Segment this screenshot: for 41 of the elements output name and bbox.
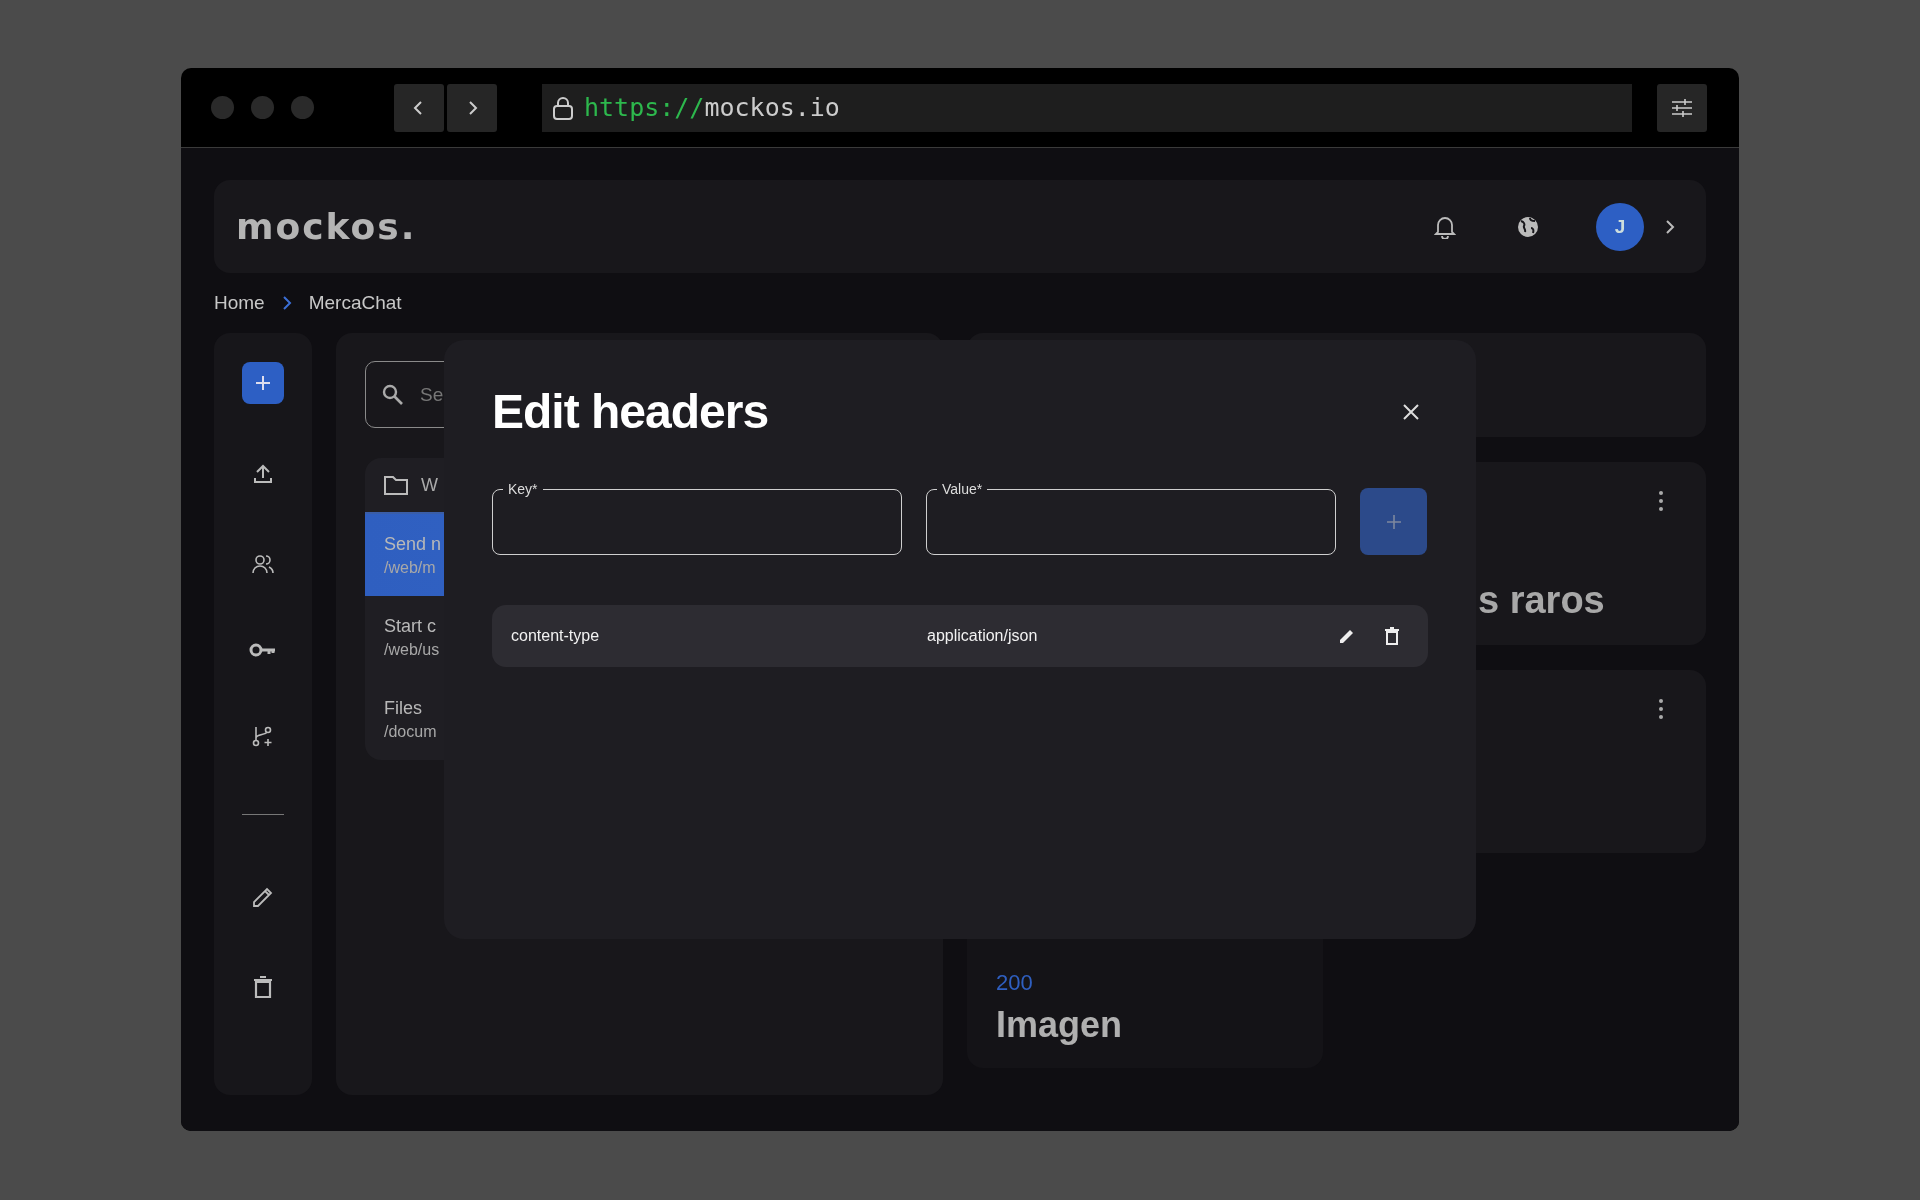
breadcrumb-link[interactable]: Home xyxy=(214,292,265,314)
header-key: content-type xyxy=(511,627,927,645)
logo[interactable]: mockos. xyxy=(236,206,417,247)
pencil-icon[interactable] xyxy=(251,885,275,909)
url-text: https://mockos.io xyxy=(584,93,840,122)
window-control-dot[interactable] xyxy=(251,96,274,119)
avatar[interactable]: J xyxy=(1596,202,1644,251)
folder-name[interactable]: W xyxy=(421,474,438,496)
plus-icon xyxy=(1384,512,1403,531)
chevron-icon[interactable] xyxy=(1664,218,1676,235)
window-control-dot[interactable] xyxy=(291,96,314,119)
sliders-icon xyxy=(1671,97,1693,118)
globe-icon[interactable] xyxy=(1516,214,1540,239)
plus-icon xyxy=(254,374,272,392)
search-icon xyxy=(382,383,404,406)
add-button[interactable] xyxy=(242,362,284,404)
settings-button[interactable] xyxy=(1657,83,1707,132)
window-control-dot[interactable] xyxy=(211,96,234,119)
pencil-icon[interactable] xyxy=(1338,627,1356,645)
lock-icon xyxy=(552,95,574,120)
search-placeholder: Se xyxy=(420,383,444,406)
close-icon xyxy=(1402,402,1420,421)
dialog-title: Edit headers xyxy=(492,384,769,439)
status-code: 200 xyxy=(996,970,1033,996)
input-field[interactable]: Key* xyxy=(492,481,902,555)
header-value: application/json xyxy=(927,627,1039,645)
chevron-icon xyxy=(280,295,293,311)
more-icon[interactable] xyxy=(1658,698,1664,720)
breadcrumb-link[interactable]: MercaChat xyxy=(308,292,402,314)
input-field[interactable]: Value* xyxy=(926,481,1336,555)
address-bar[interactable]: https://mockos.io xyxy=(542,83,1632,132)
more-icon[interactable] xyxy=(1658,490,1664,512)
users-icon[interactable] xyxy=(251,552,275,576)
upload-icon[interactable] xyxy=(251,462,275,486)
trash-icon[interactable] xyxy=(252,975,274,999)
mock-title: s raros xyxy=(1478,579,1605,622)
bell-icon[interactable] xyxy=(1434,214,1456,239)
branch-icon[interactable] xyxy=(251,724,275,748)
folder-icon[interactable] xyxy=(383,474,409,496)
response-name: Imagen xyxy=(996,1004,1123,1046)
key-icon[interactable] xyxy=(249,642,277,658)
